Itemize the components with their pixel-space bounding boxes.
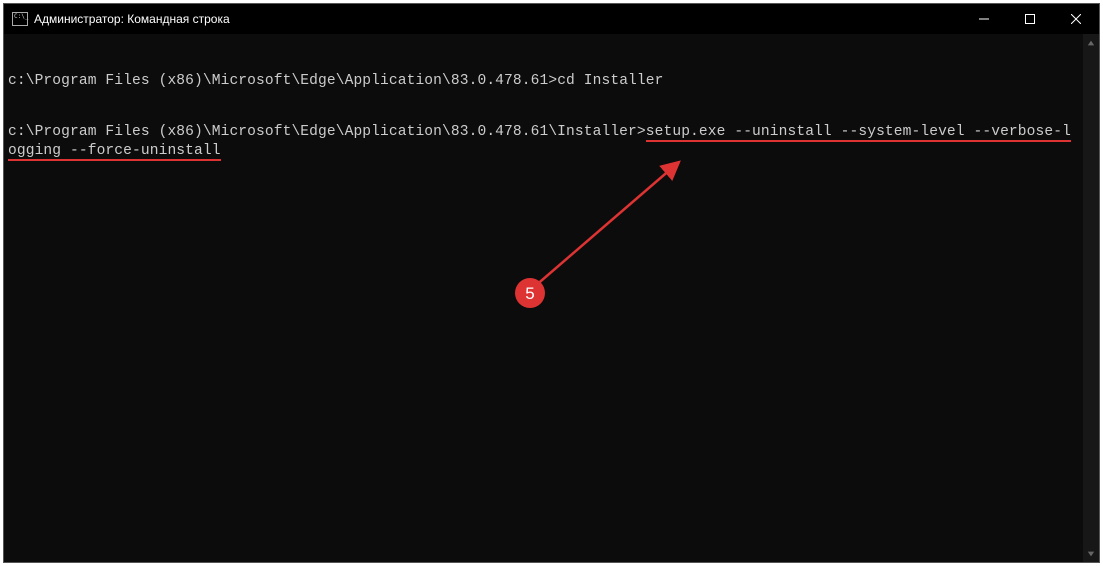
command-2-part1: setup.exe --uninstall --system-level --v… bbox=[646, 124, 1071, 142]
window-title: Администратор: Командная строка bbox=[34, 12, 961, 26]
window-controls bbox=[961, 4, 1099, 34]
command-prompt-window: Администратор: Командная строка c:\Progr… bbox=[3, 3, 1100, 563]
scroll-up-button[interactable] bbox=[1083, 34, 1099, 51]
scroll-down-button[interactable] bbox=[1083, 545, 1099, 562]
annotation-number: 5 bbox=[525, 284, 535, 303]
annotation-arrow bbox=[524, 159, 694, 309]
close-button[interactable] bbox=[1053, 4, 1099, 34]
prompt-2: c:\Program Files (x86)\Microsoft\Edge\Ap… bbox=[8, 124, 646, 140]
maximize-button[interactable] bbox=[1007, 4, 1053, 34]
command-1: cd Installer bbox=[557, 73, 663, 89]
minimize-button[interactable] bbox=[961, 4, 1007, 34]
terminal-output[interactable]: c:\Program Files (x86)\Microsoft\Edge\Ap… bbox=[4, 34, 1083, 562]
annotation-badge: 5 bbox=[515, 278, 545, 308]
content-area: c:\Program Files (x86)\Microsoft\Edge\Ap… bbox=[4, 34, 1099, 562]
vertical-scrollbar[interactable] bbox=[1083, 34, 1099, 562]
titlebar[interactable]: Администратор: Командная строка bbox=[4, 4, 1099, 34]
prompt-1: c:\Program Files (x86)\Microsoft\Edge\Ap… bbox=[8, 73, 557, 89]
command-2-part2: ogging --force-uninstall bbox=[8, 143, 221, 161]
cmd-icon bbox=[12, 12, 28, 26]
